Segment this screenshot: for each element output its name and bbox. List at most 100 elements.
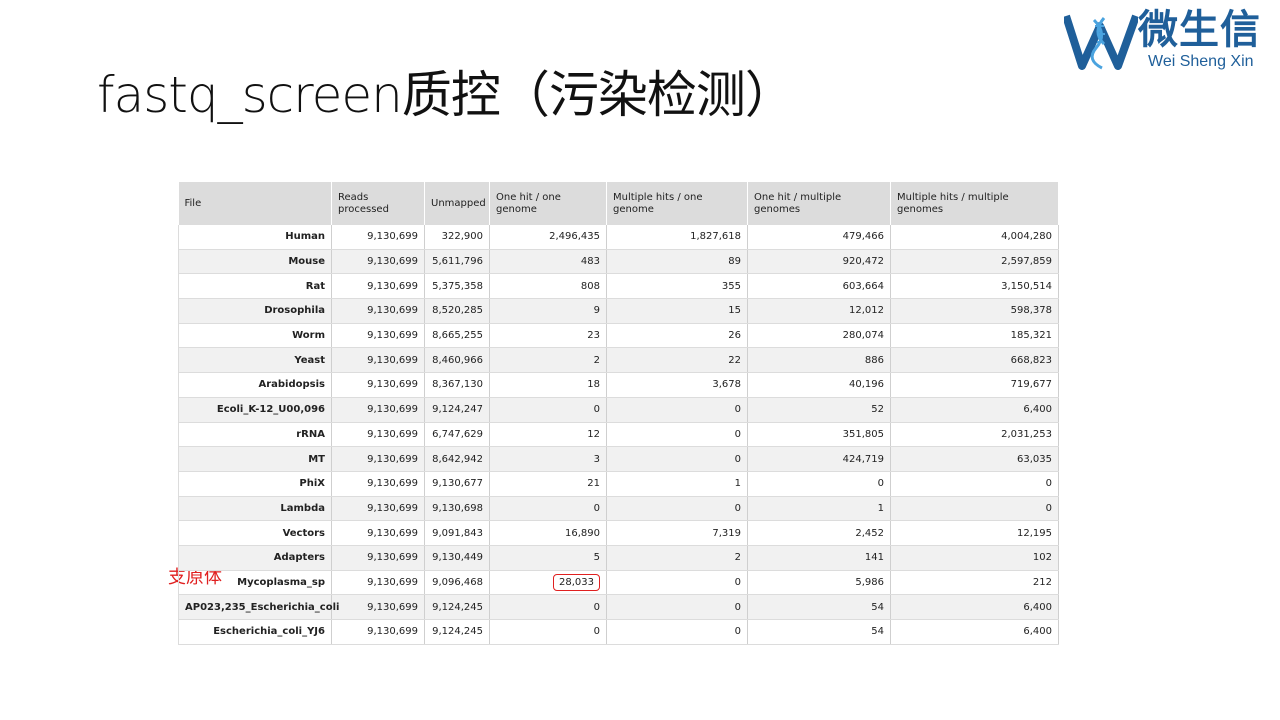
table-cell: 2,597,859 <box>890 249 1059 275</box>
table-cell: MT <box>178 446 332 472</box>
table-cell: 0 <box>890 496 1059 522</box>
table-cell: 1,827,618 <box>606 225 748 250</box>
table-cell: Mouse <box>178 249 332 275</box>
table-cell: 2 <box>606 545 748 571</box>
table-cell: 9 <box>489 298 607 324</box>
table-cell: 141 <box>747 545 891 571</box>
table-row: Yeast 9,130,699 8,460,966 2 22 886 668,823 <box>178 347 1059 374</box>
table-cell: 9,124,245 <box>424 619 490 645</box>
table-cell: 3,150,514 <box>890 273 1059 300</box>
table-cell: 3,678 <box>606 372 748 398</box>
table-cell: 9,130,699 <box>331 347 425 374</box>
table-cell: 9,130,699 <box>331 273 425 300</box>
table-cell: 8,642,942 <box>424 446 490 472</box>
table-row: Drosophila 9,130,699 8,520,285 9 15 12,012 598… <box>178 298 1059 324</box>
header-cell: One hit / multiple genomes <box>747 182 891 225</box>
table-cell: 23 <box>489 323 607 349</box>
logo-chinese-text: 微生信 <box>1138 7 1261 53</box>
table-cell: 2 <box>489 347 607 374</box>
table-cell: 28,033 <box>489 570 607 596</box>
table-cell: 280,074 <box>747 323 891 349</box>
table-cell: Vectors <box>178 520 332 546</box>
table-cell: Human <box>178 225 332 250</box>
table-cell: 0 <box>890 471 1059 497</box>
table-cell: 8,367,130 <box>424 372 490 398</box>
table-cell: 16,890 <box>489 520 607 546</box>
table-row: rRNA 9,130,699 6,747,629 12 0 351,805 2,031,25… <box>178 422 1059 448</box>
table-cell: 0 <box>489 397 607 423</box>
table-row: Worm 9,130,699 8,665,255 23 26 280,074 185,321 <box>178 323 1059 349</box>
table-cell: 2,496,435 <box>489 225 607 250</box>
table-cell: 0 <box>606 496 748 522</box>
highlighted-value: 28,033 <box>553 573 600 591</box>
table-row: Escherichia_coli_YJ6 9,130,699 9,124,245 0 0… <box>178 619 1059 645</box>
table-cell: 920,472 <box>747 249 891 275</box>
table-row: Arabidopsis 9,130,699 8,367,130 18 3,678 40,1… <box>178 372 1059 398</box>
table-cell: 9,130,699 <box>331 225 425 250</box>
slide-title: fastq_screen质控（污染检测） <box>97 66 795 124</box>
table-cell: 9,130,677 <box>424 471 490 497</box>
table-cell: Escherichia_coli_YJ6 <box>178 619 332 645</box>
table-cell: 2,031,253 <box>890 422 1059 448</box>
table-cell: 89 <box>606 249 748 275</box>
table-cell: 9,130,699 <box>331 594 425 620</box>
table-cell: 5,611,796 <box>424 249 490 275</box>
table-cell: 5,375,358 <box>424 273 490 300</box>
header-cell: One hit / one genome <box>489 182 607 225</box>
table-cell: 9,124,247 <box>424 397 490 423</box>
table-cell: 2,452 <box>747 520 891 546</box>
table-cell: 9,130,699 <box>331 446 425 472</box>
header-cell: Multiple hits / one genome <box>606 182 748 225</box>
table-cell: 0 <box>606 397 748 423</box>
table-row: PhiX 9,130,699 9,130,677 21 1 0 0 <box>178 471 1059 497</box>
header-cell: Reads processed <box>331 182 425 225</box>
table-cell: 26 <box>606 323 748 349</box>
table-cell: 5,986 <box>747 570 891 596</box>
table-cell: Mycoplasma_sp <box>178 570 332 596</box>
table-cell: Drosophila <box>178 298 332 324</box>
dna-w-logo-icon <box>1064 14 1138 70</box>
table-cell: 9,130,699 <box>331 471 425 497</box>
table-cell: 54 <box>747 594 891 620</box>
logo-english-text: Wei Sheng Xin <box>1148 53 1254 70</box>
table-row: Ecoli_K-12_U00,096 9,130,699 9,124,247 0 0 52… <box>178 397 1059 423</box>
table-cell: 9,130,699 <box>331 323 425 349</box>
table-cell: Arabidopsis <box>178 372 332 398</box>
table-cell: 15 <box>606 298 748 324</box>
table-cell: 9,130,449 <box>424 545 490 571</box>
table-cell: Lambda <box>178 496 332 522</box>
table-cell: 479,466 <box>747 225 891 250</box>
table-cell: 9,130,699 <box>331 496 425 522</box>
header-cell: Unmapped <box>424 182 490 225</box>
table-cell: 9,130,699 <box>331 298 425 324</box>
table-cell: 63,035 <box>890 446 1059 472</box>
table-cell: 603,664 <box>747 273 891 300</box>
table-cell: 1 <box>747 496 891 522</box>
table-cell: 322,900 <box>424 225 490 250</box>
table-cell: 9,130,699 <box>331 619 425 645</box>
table-cell: 6,400 <box>890 619 1059 645</box>
table-cell: 12,012 <box>747 298 891 324</box>
table-header-row: File Reads processed Unmapped One hit / … <box>178 182 1059 225</box>
table-cell: 6,747,629 <box>424 422 490 448</box>
brand-logo: 微生信 Wei Sheng Xin <box>1064 8 1274 74</box>
table-cell: 9,130,699 <box>331 397 425 423</box>
table-cell: 8,665,255 <box>424 323 490 349</box>
table-cell: Rat <box>178 273 332 300</box>
table-cell: 0 <box>606 594 748 620</box>
table-cell: PhiX <box>178 471 332 497</box>
table-cell: 4,004,280 <box>890 225 1059 250</box>
table-cell: 0 <box>489 619 607 645</box>
table-cell: 18 <box>489 372 607 398</box>
table-cell: 886 <box>747 347 891 374</box>
table-cell: 424,719 <box>747 446 891 472</box>
header-cell: File <box>178 182 332 225</box>
table-cell: 9,130,699 <box>331 545 425 571</box>
table-cell: Yeast <box>178 347 332 374</box>
table-cell: 9,130,699 <box>331 570 425 596</box>
table-row: Rat 9,130,699 5,375,358 808 355 603,664 3,150,… <box>178 273 1059 300</box>
table-cell: 351,805 <box>747 422 891 448</box>
table-cell: 52 <box>747 397 891 423</box>
header-cell: Multiple hits / multiple genomes <box>890 182 1059 225</box>
table-row: Mouse 9,130,699 5,611,796 483 89 920,472 2,597… <box>178 249 1059 275</box>
